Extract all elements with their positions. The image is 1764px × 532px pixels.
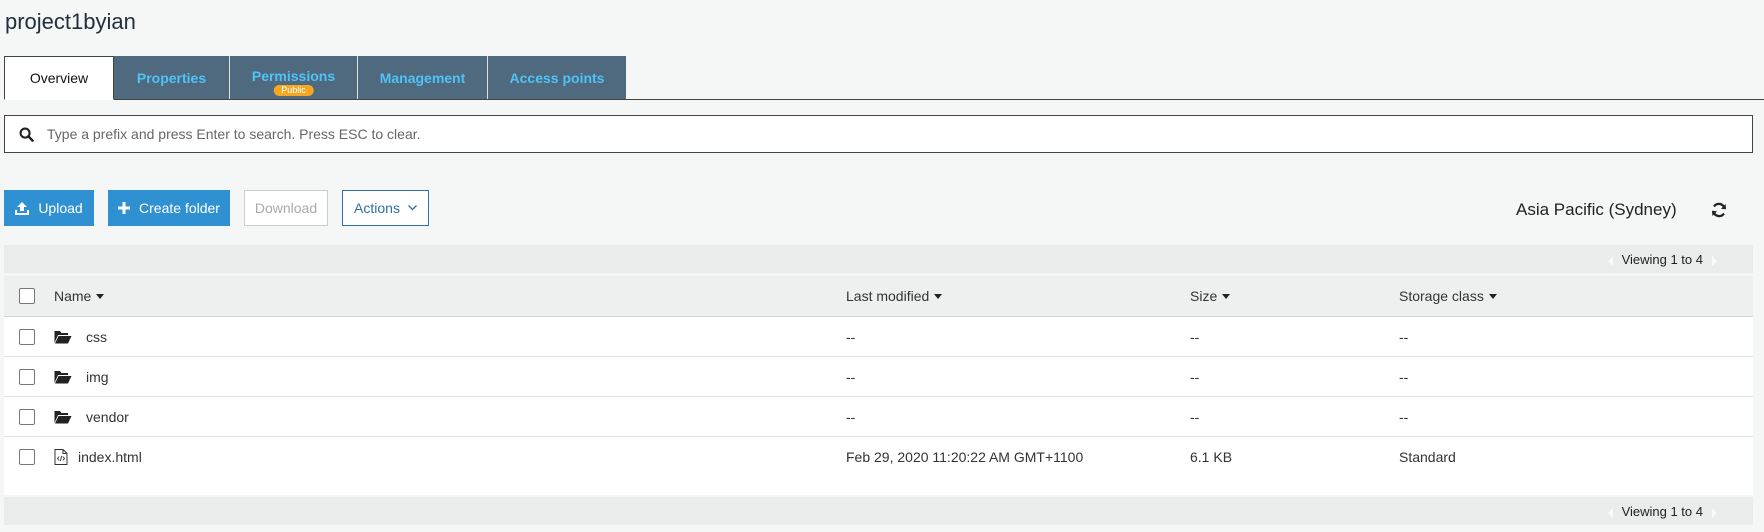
tab-label: Management (379, 69, 466, 86)
create-folder-button[interactable]: Create folder (108, 190, 230, 226)
upload-label: Upload (38, 200, 83, 216)
search-input[interactable] (47, 116, 1752, 152)
page-title: project1byian (5, 9, 136, 34)
tab-label: Overview (29, 70, 89, 86)
actions-label: Actions (354, 200, 400, 216)
table-row[interactable]: css -- -- -- (4, 317, 1753, 357)
sort-caret-icon (1488, 293, 1497, 299)
html-file-icon (54, 449, 68, 465)
row-checkbox[interactable] (19, 408, 35, 425)
table-header: Name Last modified Size Storage class (4, 276, 1753, 317)
name-cell[interactable]: img (54, 357, 109, 396)
pagination-bottom: Viewing 1 to 4 (4, 497, 1753, 525)
tab-properties[interactable]: Properties (114, 56, 230, 99)
storage-class-cell: -- (1399, 408, 1409, 425)
folder-icon (54, 330, 72, 344)
file-name[interactable]: index.html (78, 449, 142, 465)
tab-bar: Overview Properties Permissions Public M… (4, 56, 1764, 100)
column-storage-class[interactable]: Storage class (1399, 276, 1497, 316)
tab-label: Properties (136, 69, 207, 86)
sort-caret-icon (96, 293, 105, 299)
tab-access-points[interactable]: Access points (488, 56, 626, 99)
chevron-down-icon (407, 205, 417, 211)
refresh-icon[interactable] (1711, 202, 1727, 223)
upload-icon (15, 201, 30, 215)
plus-icon (118, 202, 131, 214)
last-modified-cell: -- (846, 328, 856, 345)
sort-caret-icon (1222, 293, 1231, 299)
tab-permissions[interactable]: Permissions Public (230, 56, 358, 99)
name-cell[interactable]: index.html (54, 437, 142, 477)
name-cell[interactable]: vendor (54, 397, 129, 436)
row-checkbox[interactable] (19, 368, 35, 385)
viewing-count: Viewing 1 to 4 (1607, 503, 1718, 519)
row-checkbox[interactable] (19, 449, 35, 465)
column-label: Size (1190, 288, 1218, 304)
region-label: Asia Pacific (Sydney) (1516, 200, 1677, 219)
column-name[interactable]: Name (54, 276, 105, 316)
row-checkbox[interactable] (19, 328, 35, 345)
table-row[interactable]: img -- -- -- (4, 357, 1753, 397)
last-modified-cell: -- (846, 368, 856, 385)
tab-label: Access points (509, 69, 605, 86)
search-icon (5, 127, 47, 142)
tab-label: Permissions (251, 67, 336, 84)
sort-caret-icon (934, 293, 943, 299)
column-last-modified[interactable]: Last modified (846, 276, 943, 316)
file-name[interactable]: img (86, 369, 109, 385)
column-label: Storage class (1399, 288, 1484, 304)
create-folder-label: Create folder (139, 200, 220, 216)
download-button[interactable]: Download (244, 190, 328, 226)
select-all-checkbox[interactable] (19, 288, 35, 304)
storage-class-cell: -- (1399, 368, 1409, 385)
size-cell: -- (1190, 368, 1200, 385)
tab-management[interactable]: Management (358, 56, 488, 99)
tab-overview[interactable]: Overview (4, 56, 114, 100)
folder-icon (54, 410, 72, 424)
storage-class-cell: -- (1399, 328, 1409, 345)
size-cell: 6.1 KB (1190, 449, 1233, 465)
actions-dropdown[interactable]: Actions (342, 190, 429, 226)
name-cell[interactable]: css (54, 317, 107, 356)
folder-icon (54, 370, 72, 384)
table-row[interactable]: index.html Feb 29, 2020 11:20:22 AM GMT+… (4, 437, 1753, 495)
table-row[interactable]: vendor -- -- -- (4, 397, 1753, 437)
viewing-count: Viewing 1 to 4 (1607, 251, 1718, 267)
last-modified-cell: -- (846, 408, 856, 425)
upload-button[interactable]: Upload (4, 190, 94, 226)
last-modified-cell: Feb 29, 2020 11:20:22 AM GMT+1100 (846, 449, 1084, 465)
column-size[interactable]: Size (1190, 276, 1231, 316)
size-cell: -- (1190, 328, 1200, 345)
file-name[interactable]: vendor (86, 409, 129, 425)
column-label: Last modified (846, 288, 930, 304)
search-box (4, 115, 1753, 153)
public-badge: Public (273, 85, 314, 96)
storage-class-cell: Standard (1399, 449, 1456, 465)
size-cell: -- (1190, 408, 1200, 425)
pagination-top: Viewing 1 to 4 (4, 245, 1753, 273)
column-label: Name (54, 288, 92, 304)
download-label: Download (254, 200, 318, 216)
file-name[interactable]: css (86, 329, 107, 345)
